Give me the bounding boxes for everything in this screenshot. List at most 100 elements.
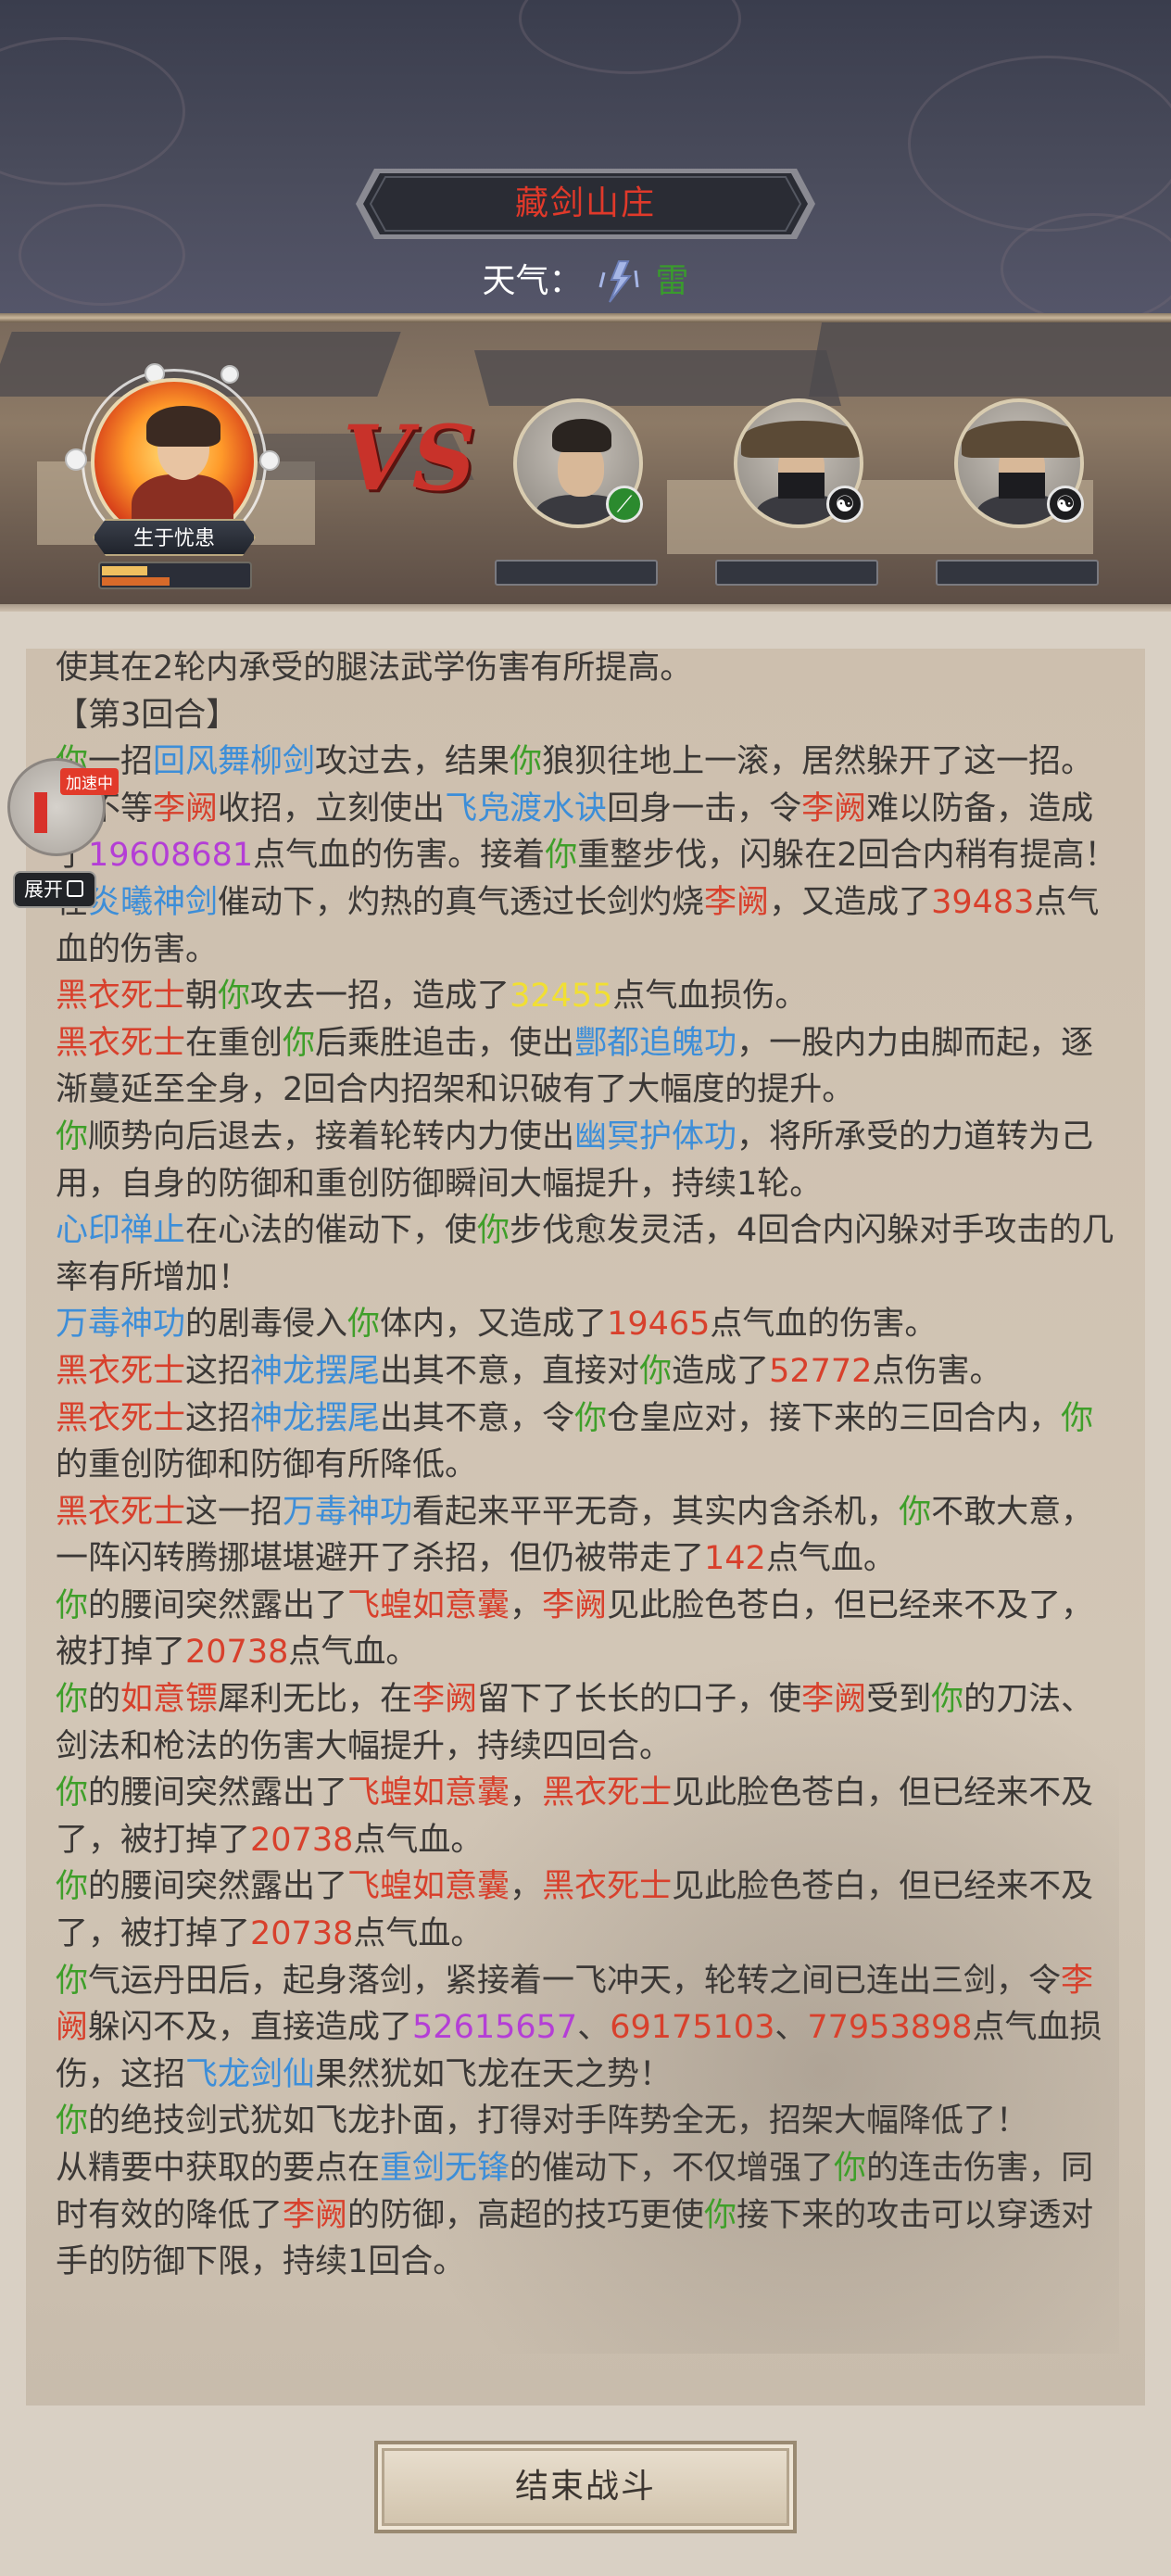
log-player-name: 你 (510, 743, 543, 781)
log-text: 、 (577, 2009, 611, 2047)
log-skill-name: 炎曦神剑 (88, 883, 219, 921)
log-player-name: 你 (931, 1681, 964, 1719)
log-highlight: 142 (704, 1540, 766, 1578)
skill-orb-icon (65, 448, 87, 471)
enemy-slot-2[interactable]: ☯ (715, 398, 882, 586)
log-highlight: 李阙 (704, 883, 770, 921)
weather-value: 雷 (655, 262, 689, 300)
expand-button[interactable]: 展开 (13, 871, 96, 908)
speed-up-button[interactable]: 加速中 (7, 758, 119, 856)
log-text: 的剧毒侵入 (185, 1306, 348, 1344)
log-text: 留下了长长的口子，使 (477, 1681, 802, 1719)
enemy-hp-bar (715, 560, 878, 586)
log-entry: 黑衣死士朝你攻去一招，造成了32455点气血损伤。 (56, 973, 1125, 1020)
battle-log-panel[interactable]: 使其在2轮内承受的腿法武学伤害有所提高。【第3回合】你一招回风舞柳剑攻过去，结果… (26, 649, 1145, 2406)
enemy-hp-bar (495, 560, 658, 586)
enemy-slot-3[interactable]: ☯ (936, 398, 1102, 586)
log-text: 点气血。 (353, 1915, 484, 1953)
header-divider (0, 313, 1171, 322)
log-text: 点气血。 (353, 1821, 484, 1859)
log-player-name: 你 (56, 1962, 89, 2000)
log-skill-name: 万毒神功 (283, 1493, 413, 1531)
log-entry: 你的腰间突然露出了飞蝗如意囊，黑衣死士见此脸色苍白，但已经来不及了，被打掉了20… (56, 1770, 1125, 1863)
log-text: ， (510, 1774, 543, 1812)
log-damage-value: 19608681 (88, 837, 254, 875)
log-text: 点气血的伤害。 (710, 1306, 938, 1344)
log-highlight: 69175103 (610, 2009, 775, 2047)
log-text: 催动下，灼热的真气透过长剑灼烧 (218, 883, 705, 921)
log-skill-name: 飞凫渡水诀 (445, 789, 608, 827)
log-text: 攻去一招，造成了 (250, 978, 510, 1016)
log-entry: 你的腰间突然露出了飞蝗如意囊，黑衣死士见此脸色苍白，但已经来不及了，被打掉了20… (56, 1863, 1125, 1957)
log-highlight: 李阙 (801, 1681, 867, 1719)
speed-icon (34, 792, 47, 833)
player-status-bar (98, 562, 252, 589)
log-entry: 使其在2轮内承受的腿法武学伤害有所提高。 (56, 649, 1125, 692)
log-entry: 【第3回合】 (56, 692, 1125, 739)
log-text: 气运丹田后，起身落剑，紧接着一飞冲天，轮转之间已连出三剑，令 (88, 1962, 1062, 2000)
log-player-name: 你 (56, 1774, 89, 1812)
lightning-icon (598, 259, 639, 304)
battle-log: 使其在2轮内承受的腿法武学伤害有所提高。【第3回合】你一招回风舞柳剑攻过去，结果… (56, 649, 1125, 2286)
log-player-name: 你 (56, 1118, 89, 1155)
enemy-slot-1[interactable]: ⟋ (495, 398, 661, 586)
player-mp-fill (102, 577, 170, 586)
log-text: 、 (774, 2009, 808, 2047)
player-avatar[interactable]: 生于忧患 (65, 352, 287, 593)
log-skill-name: 回风舞柳剑 (153, 743, 316, 781)
log-damage-value: 52615657 (412, 2009, 578, 2047)
log-player-name: 你 (56, 1868, 89, 1906)
log-player-name: 你 (477, 1212, 510, 1250)
log-skill-name: 万毒神功 (56, 1306, 186, 1344)
yin-yang-icon: ☯ (826, 486, 863, 523)
log-text: ， (510, 1586, 543, 1624)
log-highlight: 黑衣死士 (56, 1352, 186, 1390)
log-highlight: 黑衣死士 (56, 1399, 186, 1437)
log-player-name: 你 (639, 1352, 673, 1390)
log-entry: 心印禅止在心法的催动下，使你步伐愈发灵活，4回合内闪躲对手攻击的几率有所增加！ (56, 1207, 1125, 1301)
enemy-hp-bar (936, 560, 1099, 586)
log-text: 体内，又造成了 (380, 1306, 608, 1344)
log-highlight: 黑衣死士 (542, 1774, 673, 1812)
yin-yang-icon: ☯ (1047, 486, 1084, 523)
log-text: 的腰间突然露出了 (88, 1774, 348, 1812)
log-text: 的催动下，不仅增强了 (510, 2150, 835, 2187)
log-text: 使其在2轮内承受的腿法武学伤害有所提高。 (56, 650, 693, 687)
log-text: 犀利无比，在 (218, 1681, 413, 1719)
log-highlight: 20738 (250, 1915, 354, 1953)
log-highlight: 39483 (931, 883, 1035, 921)
log-highlight: 19465 (607, 1306, 711, 1344)
log-text: 看起来平平无奇，其实内含杀机， (412, 1493, 900, 1531)
log-highlight: 飞蝗如意囊 (347, 1774, 510, 1812)
end-battle-button[interactable]: 结束战斗 (374, 2441, 797, 2533)
log-text: 躲闪不及，直接造成了 (88, 2009, 413, 2047)
log-highlight: 李阙 (153, 789, 219, 827)
log-highlight: 黑衣死士 (56, 1024, 186, 1062)
log-text: 这招 (185, 1352, 251, 1390)
log-highlight: 77953898 (807, 2009, 973, 2047)
log-player-name: 你 (834, 2150, 867, 2187)
log-player-name: 你 (218, 978, 251, 1016)
log-entry: 黑衣死士这一招万毒神功看起来平平无奇，其实内含杀机，你不敢大意，一阵闪转腾挪堪堪… (56, 1489, 1125, 1583)
log-entry: 万毒神功的剧毒侵入你体内，又造成了19465点气血的伤害。 (56, 1301, 1125, 1348)
log-highlight: 飞蝗如意囊 (347, 1586, 510, 1624)
log-player-name: 你 (574, 1399, 608, 1437)
log-entry: 从精要中获取的要点在重剑无锋的催动下，不仅增强了你的连击伤害，同时有效的降低了李… (56, 2145, 1125, 2286)
log-highlight: 黑衣死士 (56, 978, 186, 1016)
log-highlight: 李阙 (801, 789, 867, 827)
log-text: 点气血的伤害。接着 (253, 837, 546, 875)
log-skill-name: 神龙摆尾 (250, 1399, 381, 1437)
log-skill-name: 重剑无锋 (380, 2150, 510, 2187)
log-highlight: 李阙 (412, 1681, 478, 1719)
log-entry: 你的腰间突然露出了飞蝗如意囊，李阙见此脸色苍白，但已经来不及了，被打掉了2073… (56, 1583, 1125, 1676)
expand-label: 展开 (24, 878, 63, 901)
log-entry: 黑衣死士这招神龙摆尾出其不意，直接对你造成了52772点伤害。 (56, 1348, 1125, 1395)
weather-label: 天气： (482, 262, 583, 300)
log-text: 点气血。 (765, 1540, 896, 1578)
log-player-name: 你 (283, 1024, 316, 1062)
log-entry: 黑衣死士这招神龙摆尾出其不意，令你仓皇应对，接下来的三回合内，你的重创防御和防御… (56, 1395, 1125, 1489)
log-text: ，又造成了 (769, 883, 932, 921)
log-highlight: 52772 (769, 1352, 873, 1390)
log-text: 仓皇应对，接下来的三回合内， (607, 1399, 1062, 1437)
log-highlight: 黑衣死士 (56, 1493, 186, 1531)
